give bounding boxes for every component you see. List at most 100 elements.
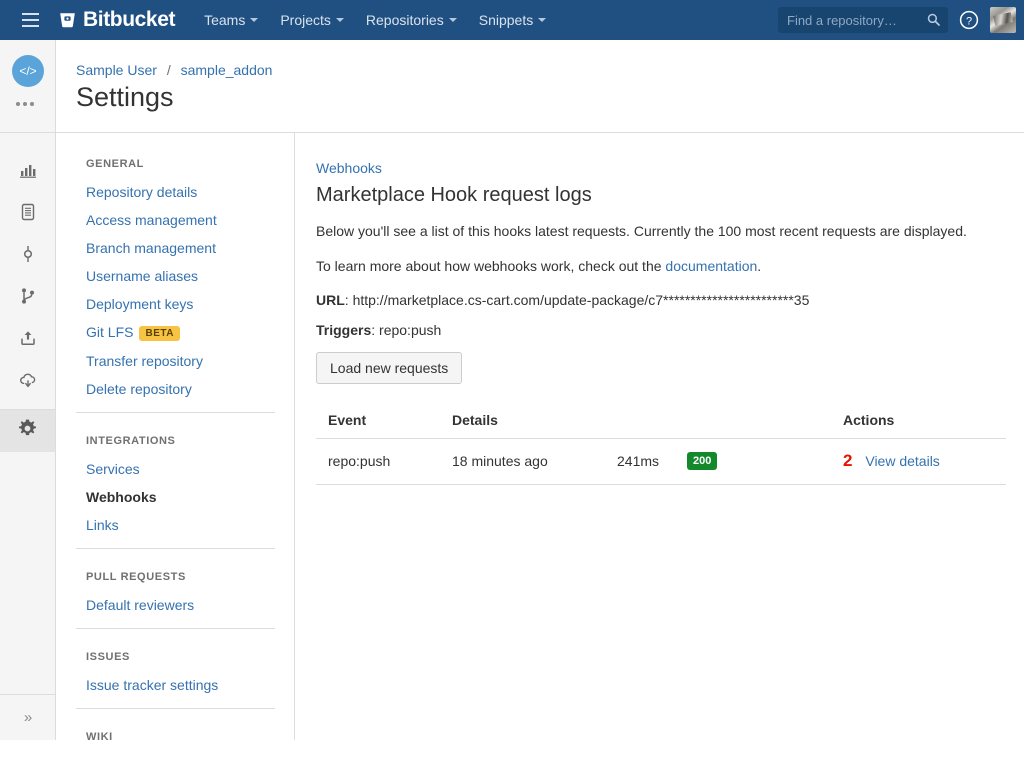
page-header: Sample User / sample_addon Settings bbox=[56, 40, 1024, 133]
hamburger-icon[interactable] bbox=[10, 0, 50, 40]
beta-badge: BETA bbox=[139, 326, 180, 341]
nav-group-general: GENERAL Repository details Access manage… bbox=[76, 158, 275, 412]
column-header-status bbox=[675, 405, 831, 439]
main-nav: Teams Projects Repositories Snippets bbox=[193, 0, 557, 40]
cloud-download-icon bbox=[18, 370, 38, 395]
learn-more-suffix: . bbox=[757, 258, 762, 275]
rail-item-downloads[interactable] bbox=[0, 361, 55, 403]
rail-item-source[interactable] bbox=[0, 193, 55, 235]
annotation-marker-2: 2 bbox=[843, 450, 853, 470]
nav-group-pull-requests: PULL REQUESTS Default reviewers bbox=[76, 548, 275, 628]
rail-item-overview[interactable] bbox=[0, 151, 55, 193]
content-breadcrumb-webhooks[interactable]: Webhooks bbox=[316, 160, 382, 176]
breadcrumb-separator: / bbox=[166, 62, 171, 78]
cell-duration: 241ms bbox=[605, 438, 675, 485]
nav-item-snippets-label: Snippets bbox=[478, 12, 534, 28]
nav-heading-general: GENERAL bbox=[86, 158, 144, 170]
nav-item-projects-label: Projects bbox=[280, 12, 331, 28]
chevron-down-icon bbox=[250, 18, 259, 22]
webhook-url-label: URL bbox=[316, 291, 345, 308]
sidebar-item-transfer-repository[interactable]: Transfer repository bbox=[76, 347, 275, 375]
webhook-triggers-line: Triggers: repo:push bbox=[316, 321, 442, 338]
rail-item-branches[interactable] bbox=[0, 277, 55, 319]
user-avatar[interactable] bbox=[990, 7, 1016, 33]
nav-group-wiki: WIKI bbox=[76, 708, 275, 760]
sidebar-item-delete-repository[interactable]: Delete repository bbox=[76, 375, 275, 403]
table-body: repo:push 18 minutes ago 241ms 200 2 Vie… bbox=[316, 438, 1006, 485]
sidebar-item-default-reviewers[interactable]: Default reviewers bbox=[76, 591, 275, 619]
sidebar-item-repository-details[interactable]: Repository details bbox=[76, 178, 275, 206]
nav-heading-wiki: WIKI bbox=[86, 731, 113, 743]
webhook-url-value: http://marketplace.cs-cart.com/update-pa… bbox=[352, 291, 810, 308]
load-new-requests-button[interactable]: Load new requests bbox=[316, 351, 463, 384]
expand-sidebar-icon: » bbox=[23, 709, 33, 726]
status-badge: 200 bbox=[687, 452, 718, 471]
nav-item-repositories-label: Repositories bbox=[365, 12, 444, 28]
webhook-triggers-value: repo:push bbox=[379, 321, 442, 338]
breadcrumb-owner[interactable]: Sample User bbox=[76, 62, 157, 78]
bitbucket-bucket-icon bbox=[58, 11, 77, 30]
nav-group-issues: ISSUES Issue tracker settings bbox=[76, 628, 275, 708]
chevron-down-icon bbox=[538, 18, 547, 22]
learn-more-paragraph: To learn more about how webhooks work, c… bbox=[316, 256, 1006, 276]
breadcrumb: Sample User / sample_addon bbox=[76, 62, 272, 78]
column-header-duration bbox=[605, 405, 675, 439]
sidebar-item-access-management[interactable]: Access management bbox=[76, 206, 275, 234]
rail-item-pull-requests[interactable] bbox=[0, 319, 55, 361]
content-description: Below you'll see a list of this hooks la… bbox=[316, 223, 967, 239]
main-content: Webhooks Marketplace Hook request logs B… bbox=[316, 160, 1006, 485]
sidebar-item-deployment-keys[interactable]: Deployment keys bbox=[76, 290, 275, 318]
upload-box-icon bbox=[18, 328, 38, 353]
chevron-down-icon bbox=[335, 18, 344, 22]
nav-item-projects[interactable]: Projects bbox=[269, 0, 355, 40]
repository-avatar[interactable]: </> bbox=[12, 55, 44, 87]
nav-group-integrations: INTEGRATIONS Services Webhooks Links bbox=[76, 412, 275, 548]
cell-when: 18 minutes ago bbox=[440, 438, 605, 485]
nav-item-snippets[interactable]: Snippets bbox=[468, 0, 557, 40]
gear-icon bbox=[17, 418, 38, 444]
sidebar-item-webhooks[interactable]: Webhooks bbox=[76, 483, 275, 511]
rail-items bbox=[0, 133, 55, 452]
sidebar-item-branch-management[interactable]: Branch management bbox=[76, 234, 275, 262]
cell-status: 200 bbox=[675, 438, 831, 485]
repository-icon-rail: </> » bbox=[0, 40, 56, 740]
help-circle-icon[interactable]: ? bbox=[958, 9, 980, 31]
sidebar-item-services[interactable]: Services bbox=[76, 455, 275, 483]
table-row: repo:push 18 minutes ago 241ms 200 2 Vie… bbox=[316, 438, 1006, 485]
view-details-link[interactable]: View details bbox=[865, 453, 939, 469]
table-header-row: Event Details Actions bbox=[316, 405, 1006, 439]
sidenav-divider bbox=[294, 133, 295, 740]
rail-item-commits[interactable] bbox=[0, 235, 55, 277]
sidebar-item-links[interactable]: Links bbox=[76, 511, 275, 539]
ellipsis-icon[interactable] bbox=[16, 102, 34, 106]
cell-event: repo:push bbox=[316, 438, 440, 485]
documentation-link[interactable]: documentation bbox=[665, 258, 757, 274]
nav-heading-pull-requests: PULL REQUESTS bbox=[86, 571, 186, 583]
search-input[interactable] bbox=[778, 7, 948, 33]
nav-item-teams[interactable]: Teams bbox=[193, 0, 269, 40]
nav-item-repositories[interactable]: Repositories bbox=[355, 0, 468, 40]
bar-chart-icon bbox=[18, 160, 38, 185]
rail-item-settings[interactable] bbox=[0, 410, 55, 452]
bitbucket-logo[interactable]: Bitbucket bbox=[58, 8, 175, 32]
table-header: Event Details Actions bbox=[316, 405, 1006, 439]
nav-heading-issues: ISSUES bbox=[86, 651, 130, 663]
expand-sidebar-button[interactable]: » bbox=[0, 694, 56, 740]
brand-name: Bitbucket bbox=[83, 8, 176, 31]
page-title: Settings bbox=[76, 82, 174, 112]
search-icon[interactable] bbox=[927, 13, 940, 26]
file-document-icon bbox=[18, 202, 38, 227]
column-header-actions: Actions bbox=[831, 405, 1006, 439]
column-header-details: Details bbox=[440, 405, 605, 439]
breadcrumb-repo[interactable]: sample_addon bbox=[181, 62, 273, 78]
top-bar-right: ? bbox=[778, 0, 1016, 40]
settings-sidenav: GENERAL Repository details Access manage… bbox=[76, 150, 275, 760]
sidebar-item-git-lfs[interactable]: Git LFS BETA bbox=[76, 318, 275, 347]
svg-text:?: ? bbox=[966, 15, 972, 27]
webhook-triggers-label: Triggers bbox=[316, 321, 372, 338]
chevron-down-icon bbox=[448, 18, 457, 22]
sidebar-item-username-aliases[interactable]: Username aliases bbox=[76, 262, 275, 290]
sidebar-item-issue-tracker-settings[interactable]: Issue tracker settings bbox=[76, 671, 275, 699]
content-title: Marketplace Hook request logs bbox=[316, 184, 592, 206]
search-box[interactable] bbox=[778, 7, 948, 33]
